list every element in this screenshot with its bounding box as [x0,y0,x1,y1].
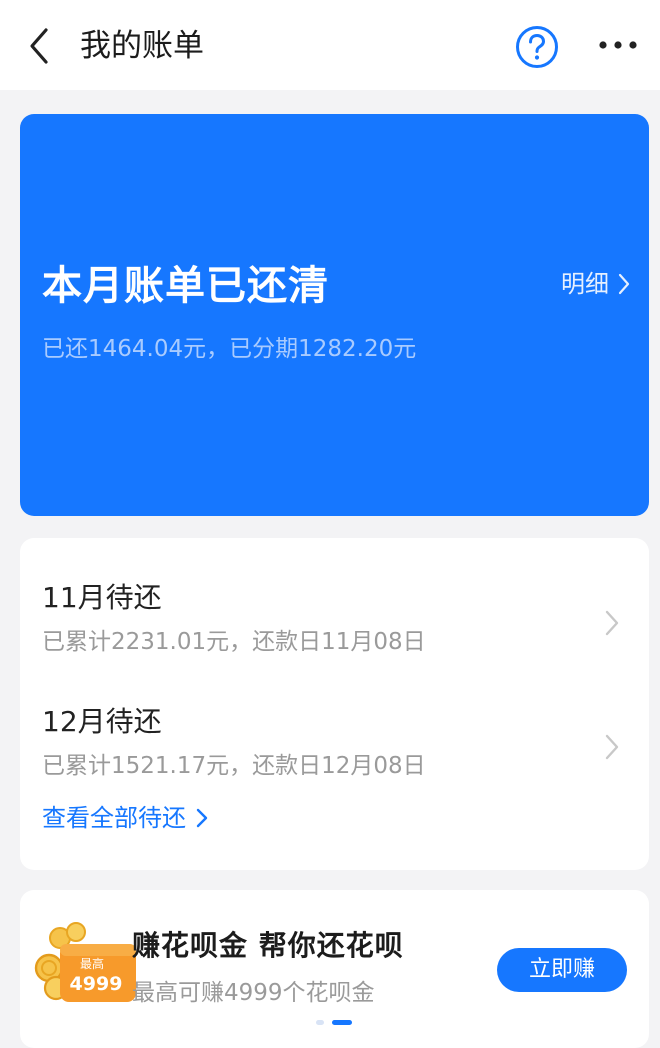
pending-bills-card: 11月待还 已累计2231.01元，还款日11月08日 12月待还 已累计152… [20,538,649,870]
bill-status-summary: 已还1464.04元，已分期1282.20元 [42,336,417,362]
bill-title: 12月待还 [42,705,162,738]
gold-coin-wallet-icon: 最高 4999 [34,922,136,1002]
carousel-dot-active[interactable] [332,1020,352,1025]
carousel-dot[interactable] [316,1020,324,1025]
promo-badge-top: 最高 [80,956,104,971]
more-button[interactable] [596,30,640,60]
earn-now-button[interactable]: 立即赚 [497,948,627,992]
promo-banner[interactable]: 最高 4999 赚花呗金 帮你还花呗 最高可赚4999个花呗金 立即赚 [20,890,649,1048]
bill-summary: 已累计2231.01元，还款日11月08日 [42,629,426,655]
more-dots-icon [599,41,637,49]
carousel-indicator [316,1020,356,1026]
chevron-left-icon [30,28,48,64]
help-button[interactable] [514,24,560,70]
bill-row-november[interactable]: 11月待还 已累计2231.01元，还款日11月08日 [20,580,649,680]
view-all-label: 查看全部待还 [42,804,186,832]
detail-link[interactable]: 明细 [561,268,631,300]
detail-label: 明细 [561,270,609,298]
chevron-right-icon [196,808,208,828]
bill-status-card: 本月账单已还清 已还1464.04元，已分期1282.20元 明细 [20,114,649,516]
question-circle-icon [516,26,558,68]
top-bar: 我的账单 [0,0,660,90]
bill-title: 11月待还 [42,581,162,614]
chevron-right-icon [605,610,619,636]
promo-badge-value: 4999 [70,973,123,995]
promo-subtitle: 最高可赚4999个花呗金 [132,980,375,1006]
back-button[interactable] [24,26,60,66]
view-all-pending-link[interactable]: 查看全部待还 [42,802,208,834]
bill-status-title: 本月账单已还清 [42,263,329,309]
page-title: 我的账单 [80,28,204,64]
bill-summary: 已累计1521.17元，还款日12月08日 [42,753,426,779]
chevron-right-icon [618,273,630,295]
chevron-right-icon [605,734,619,760]
bill-row-december[interactable]: 12月待还 已累计1521.17元，还款日12月08日 [20,704,649,804]
promo-title: 赚花呗金 帮你还花呗 [132,929,404,962]
